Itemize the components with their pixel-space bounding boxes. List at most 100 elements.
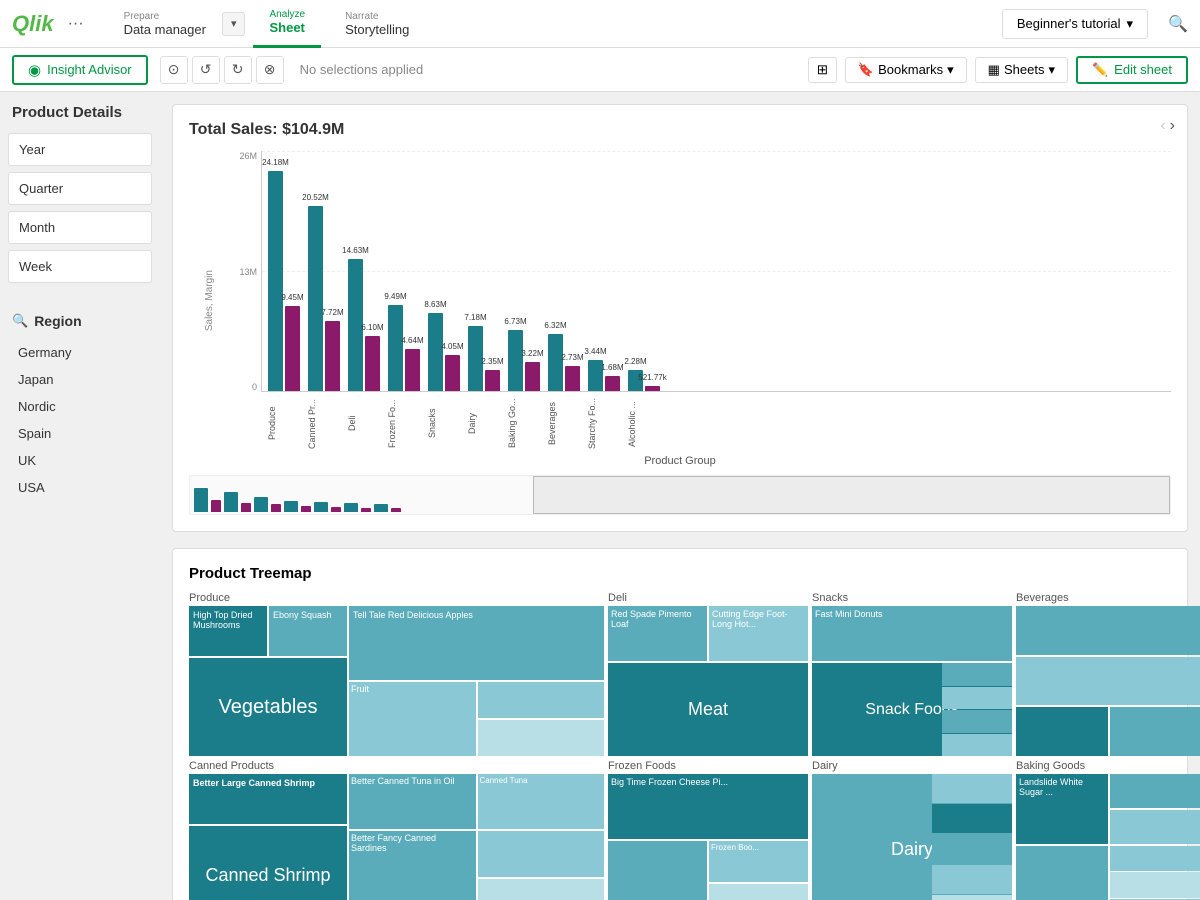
sidebar-title: Product Details [8, 104, 152, 121]
cell-canned-tuna: Better Canned Tuna in Oil [349, 774, 476, 829]
treemap-beverages-section: Beverages [1016, 592, 1200, 756]
bar-produce-teal [268, 171, 283, 391]
chart-title: Total Sales: $104.9M [189, 121, 1171, 139]
selection-tool-1[interactable]: ⊙ [160, 56, 188, 84]
gridline-mid [262, 271, 1171, 272]
sales-chart-card: ‹ › Total Sales: $104.9M Sales, Margin 2… [172, 104, 1188, 532]
chart-nav-arrows: ‹ › [1160, 117, 1175, 135]
nav-analyze[interactable]: Analyze Sheet [253, 0, 321, 48]
bar-group-frozen: 9.49M 4.64M [388, 305, 420, 391]
bars-container: 24.18M 9.45M [261, 151, 1171, 392]
bookmark-icon: 🔖 [858, 62, 874, 78]
nav-prepare-dropdown[interactable]: ▾ [222, 12, 246, 36]
region-nordic[interactable]: Nordic [8, 393, 152, 420]
region-japan[interactable]: Japan [8, 366, 152, 393]
cell-canned-sardines: Better Fancy Canned Sardines [349, 831, 476, 900]
nav-narrate[interactable]: Narrate Storytelling [329, 0, 425, 48]
bar-group-produce: 24.18M 9.45M [268, 171, 300, 391]
region-header: 🔍 Region [8, 309, 152, 333]
frozen-grid: Big Time Frozen Cheese Pi... Frozen Boo.… [608, 774, 808, 900]
bookmarks-button[interactable]: 🔖 Bookmarks ▾ [845, 57, 967, 83]
bar-group-beverages: 6.32M 2.73M [548, 334, 580, 391]
cell-meat: Meat [608, 663, 808, 756]
selection-tool-4[interactable]: ⊗ [256, 56, 284, 84]
cell-baking-misc [1016, 846, 1108, 900]
top-navigation: Qlik ··· Prepare Data manager ▾ Analyze … [0, 0, 1200, 48]
edit-icon: ✏️ [1092, 62, 1108, 78]
insight-icon: ◉ [28, 61, 41, 79]
qlik-logo: Qlik [12, 11, 54, 37]
x-label-baking: Baking Go... [507, 396, 539, 451]
y-tick-26m: 26M [229, 151, 257, 161]
prev-chart-button[interactable]: ‹ [1160, 117, 1165, 135]
cell-snack-foods: Snack Foods [812, 663, 1012, 756]
edit-sheet-button[interactable]: ✏️ Edit sheet [1076, 56, 1188, 84]
treemap-deli-section: Deli Red Spade Pimento Loaf Cutting Edge… [608, 592, 808, 756]
grid-view-button[interactable]: ⊞ [808, 57, 837, 83]
treemap-frozen-section: Frozen Foods Big Time Frozen Cheese Pi..… [608, 760, 808, 900]
bar-group-dairy: 7.18M 2.35M [468, 326, 500, 391]
region-uk[interactable]: UK [8, 447, 152, 474]
canned-label: Canned Products [189, 760, 604, 772]
next-chart-button[interactable]: › [1170, 117, 1175, 135]
toolbar-icons: ⊙ ↺ ↻ ⊗ [160, 56, 284, 84]
left-sidebar: Product Details Year Quarter Month Week … [0, 92, 160, 900]
region-germany[interactable]: Germany [8, 339, 152, 366]
filter-week[interactable]: Week [8, 250, 152, 283]
x-label-frozen: Frozen Fo... [387, 396, 419, 451]
right-actions: ⊞ 🔖 Bookmarks ▾ ▦ Sheets ▾ ✏️ Edit sheet [808, 56, 1188, 84]
region-search-icon: 🔍 [12, 313, 28, 329]
no-selections-text: No selections applied [300, 62, 424, 77]
treemap-baking-starchy-section: Baking Goods Landslide White Sugar ... [1016, 760, 1200, 900]
region-spain[interactable]: Spain [8, 420, 152, 447]
qlik-menu-dots[interactable]: ··· [68, 15, 84, 33]
beverages-label: Beverages [1016, 592, 1200, 604]
nav-prepare[interactable]: Prepare Data manager [108, 0, 222, 48]
sheets-button[interactable]: ▦ Sheets ▾ [975, 57, 1068, 83]
x-label-canned: Canned Pr... [307, 396, 339, 451]
snacks-grid: Fast Mini Donuts Snack Foods [812, 606, 1012, 756]
bar-group-alcoholic: 2.28M 521.77k [628, 370, 660, 391]
cell-big-time-frozen: Big Time Frozen Cheese Pi... [608, 774, 808, 839]
cell-high-top-mushrooms: High Top Dried Mushrooms [189, 606, 267, 656]
filter-month[interactable]: Month [8, 211, 152, 244]
filter-quarter[interactable]: Quarter [8, 172, 152, 205]
x-label-snacks: Snacks [427, 396, 459, 451]
x-axis-labels: Produce Canned Pr... Deli Frozen Fo... S… [229, 392, 1171, 451]
dairy-grid: Dairy [812, 774, 1012, 900]
beverages-grid [1016, 606, 1200, 756]
insight-advisor-button[interactable]: ◉ Insight Advisor [12, 55, 148, 85]
x-label-beverages: Beverages [547, 396, 579, 451]
treemap-bottom-row: Canned Products Better Large Canned Shri… [189, 760, 1171, 900]
produce-label: Produce [189, 592, 604, 604]
selection-tool-2[interactable]: ↺ [192, 56, 220, 84]
filter-year[interactable]: Year [8, 133, 152, 166]
x-label-produce: Produce [267, 396, 299, 451]
tutorial-button[interactable]: Beginner's tutorial ▾ [1002, 9, 1148, 39]
bar-produce-purple [285, 306, 300, 391]
cell-tell-tale: Tell Tale Red Delicious Apples [349, 606, 604, 680]
region-usa[interactable]: USA [8, 474, 152, 501]
bar-group-canned: 20.52M 7.72M [308, 206, 340, 391]
bar-group-baking: 6.73M 3.22M [508, 330, 540, 391]
snacks-label: Snacks [812, 592, 1012, 604]
y-tick-13m: 13M [229, 267, 257, 277]
cell-red-spade: Red Spade Pimento Loaf [608, 606, 707, 661]
cell-vegetables: Vegetables [189, 658, 347, 756]
cell-ebony-squash: Ebony Squash [269, 606, 347, 656]
treemap-produce-section: Produce High Top Dried Mushrooms Ebony S… [189, 592, 604, 756]
content-area: ‹ › Total Sales: $104.9M Sales, Margin 2… [160, 92, 1200, 900]
scroll-mini-chart[interactable] [189, 475, 1171, 515]
bar-group-deli: 14.63M 6.10M [348, 259, 380, 391]
canned-grid: Better Large Canned Shrimp Canned Shrimp… [189, 774, 604, 900]
produce-grid: High Top Dried Mushrooms Ebony Squash Ve… [189, 606, 604, 756]
second-navigation: ◉ Insight Advisor ⊙ ↺ ↻ ⊗ No selections … [0, 48, 1200, 92]
search-button[interactable]: 🔍 [1168, 14, 1188, 34]
scroll-handle[interactable] [533, 476, 1170, 514]
cell-canned-shrimp: Canned Shrimp [189, 826, 347, 900]
selection-tool-3[interactable]: ↻ [224, 56, 252, 84]
gridline-top [262, 151, 1171, 152]
cell-canned-tuna-label: Canned Tuna [478, 774, 605, 829]
x-label-deli: Deli [347, 396, 379, 451]
deli-label: Deli [608, 592, 808, 604]
